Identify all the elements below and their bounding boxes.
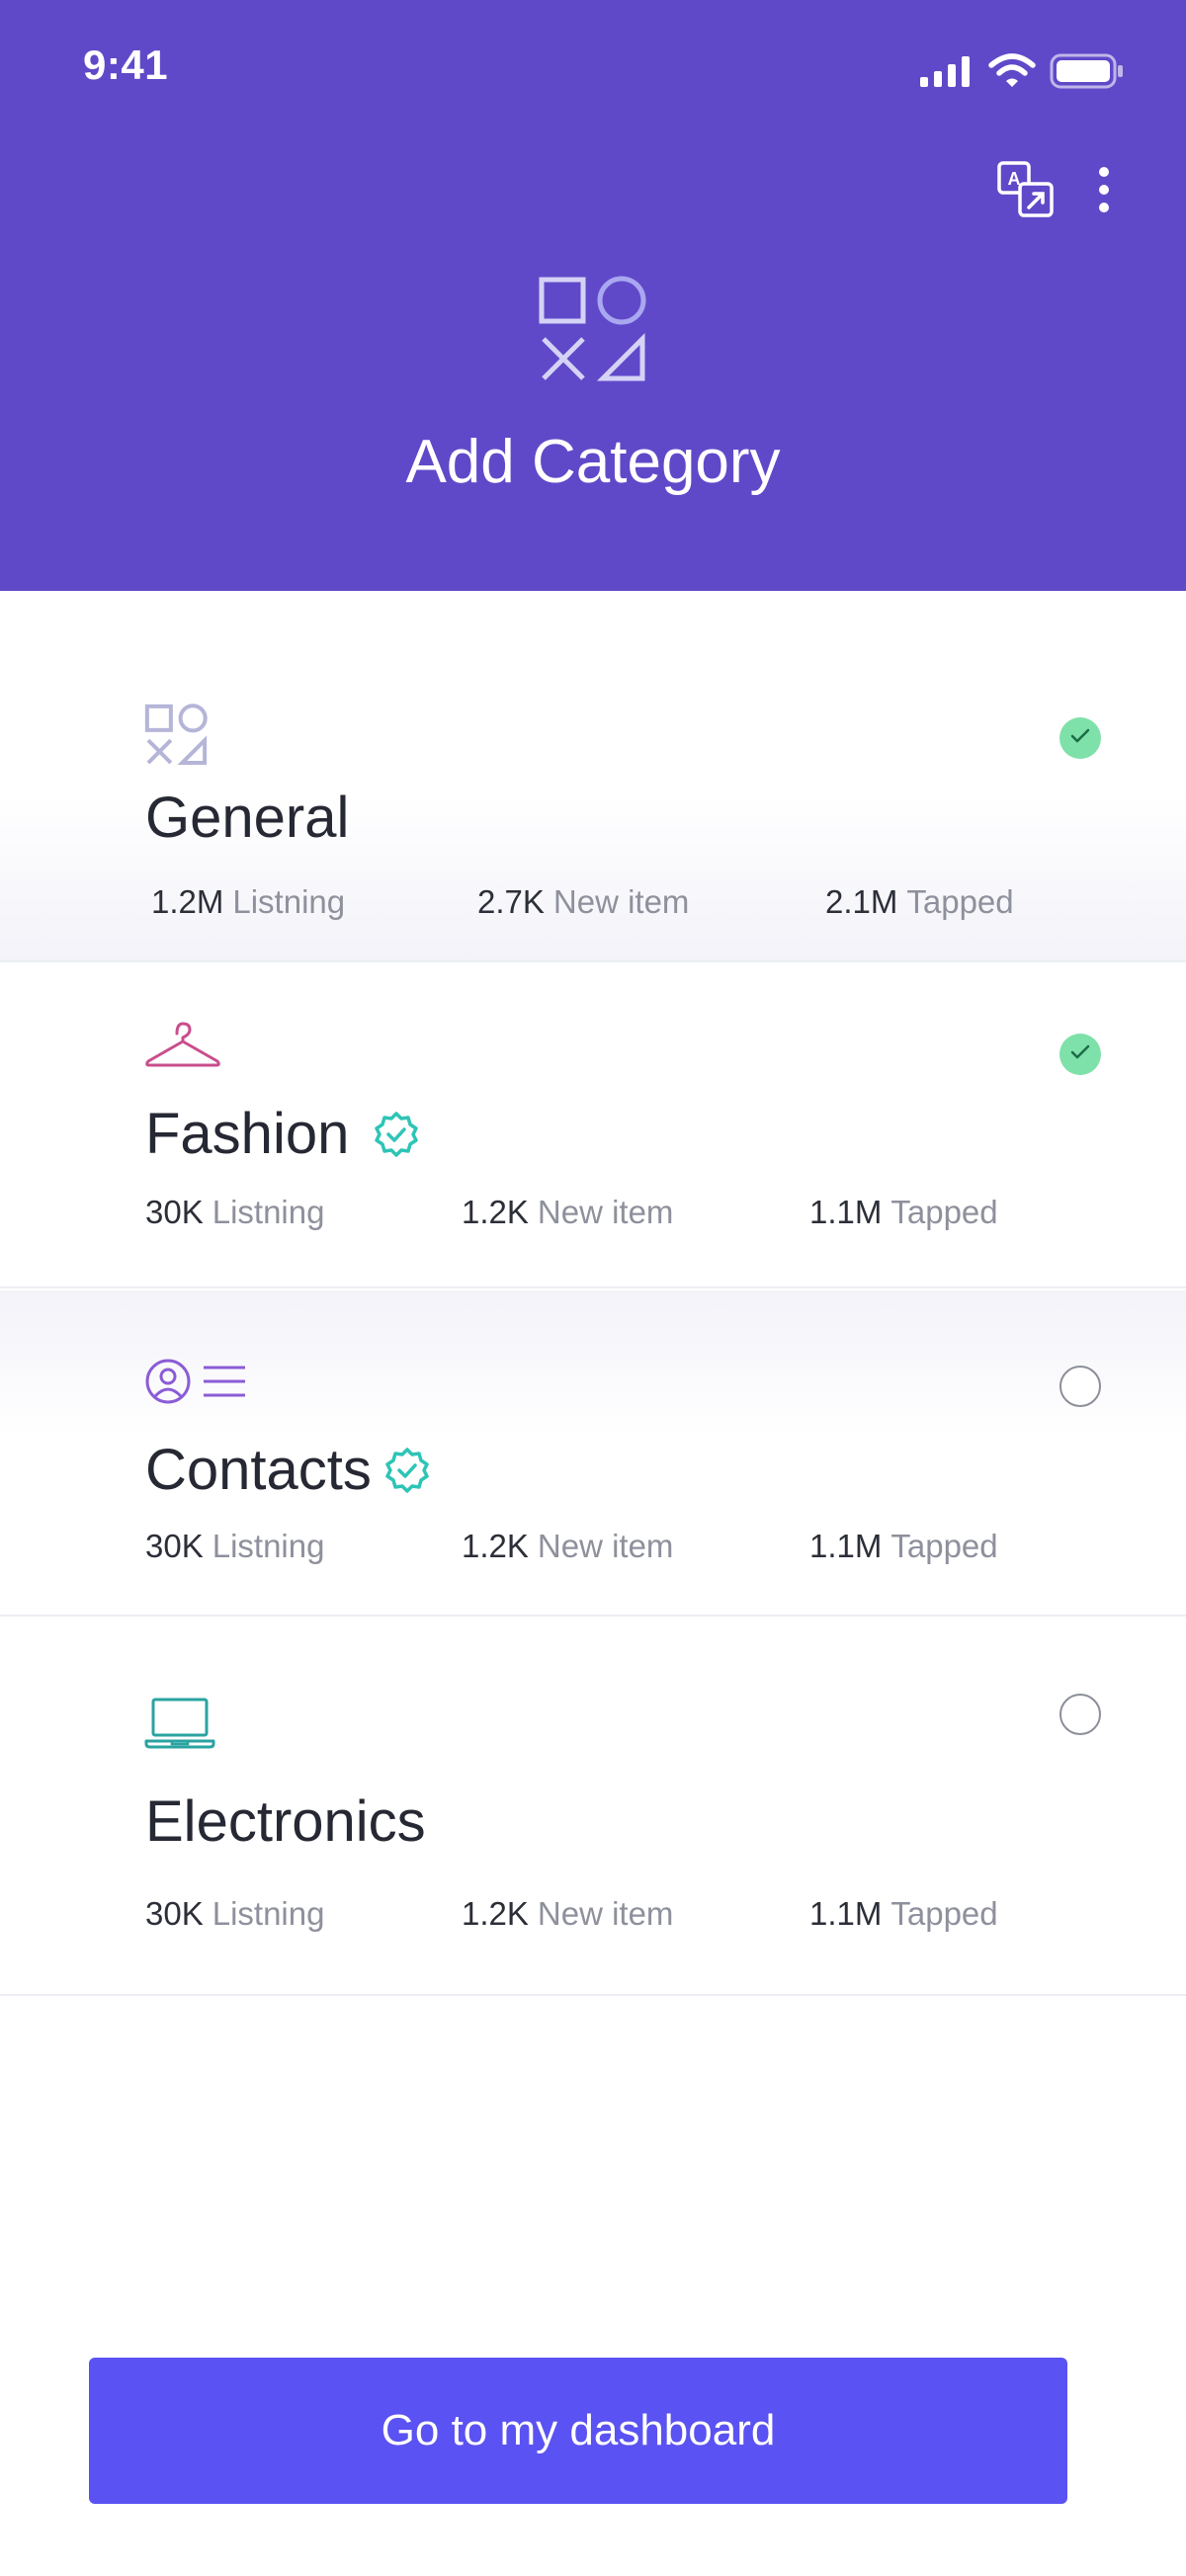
stat-new-item: 1.2K New item: [462, 1528, 809, 1565]
stat-tapped: 1.1M Tapped: [809, 1528, 998, 1565]
stat-label: Listning: [212, 1528, 325, 1564]
category-stats: 30K Listning 1.2K New item 1.1M Tapped: [145, 1194, 998, 1231]
checkmark-icon: [1070, 728, 1090, 749]
stat-value: 2.7K: [477, 883, 545, 920]
stat-label: Tapped: [906, 883, 1014, 920]
stat-value: 1.2K: [462, 1895, 529, 1932]
stat-listing: 30K Listning: [145, 1528, 462, 1565]
stat-listing: 1.2M Listning: [151, 883, 477, 921]
unselected-check[interactable]: [1059, 1694, 1101, 1735]
stat-value: 1.1M: [809, 1194, 883, 1230]
stat-value: 1.2K: [462, 1528, 529, 1564]
stat-new-item: 2.7K New item: [477, 883, 825, 921]
stat-label: New item: [537, 1528, 674, 1564]
stat-value: 30K: [145, 1194, 204, 1230]
stat-label: New item: [552, 883, 690, 920]
stat-tapped: 1.1M Tapped: [809, 1194, 998, 1231]
stat-label: Tapped: [890, 1895, 998, 1932]
wifi-icon: [988, 52, 1036, 94]
verified-badge-icon: [383, 1447, 431, 1494]
hanger-icon: [144, 1020, 221, 1074]
unselected-check[interactable]: [1059, 1366, 1101, 1407]
category-title: General: [145, 785, 349, 851]
laptop-icon: [144, 1696, 215, 1756]
stat-new-item: 1.2K New item: [462, 1895, 809, 1933]
svg-text:A: A: [1008, 169, 1021, 189]
stat-new-item: 1.2K New item: [462, 1194, 809, 1231]
translate-icon[interactable]: A: [996, 160, 1056, 219]
stat-tapped: 2.1M Tapped: [825, 883, 1014, 921]
category-name: Electronics: [145, 1789, 426, 1854]
checkmark-icon: [1070, 1044, 1090, 1065]
status-icons: [919, 51, 1125, 95]
category-card-fashion[interactable]: Fashion 30K Listning 1.2K New item 1.1M …: [0, 964, 1186, 1288]
stat-value: 1.2M: [151, 883, 224, 920]
shapes-icon: [144, 704, 208, 772]
category-name: Contacts: [145, 1438, 372, 1502]
category-card-contacts[interactable]: Contacts 30K Listning 1.2K New item 1.1M…: [0, 1290, 1186, 1617]
stat-value: 1.1M: [809, 1528, 883, 1564]
signal-icon: [919, 54, 974, 93]
stat-label: Listning: [212, 1895, 325, 1932]
verified-badge-icon: [373, 1111, 420, 1158]
stat-listing: 30K Listning: [145, 1895, 462, 1933]
battery-icon: [1050, 53, 1125, 94]
category-stats: 30K Listning 1.2K New item 1.1M Tapped: [145, 1895, 998, 1933]
selected-check[interactable]: [1059, 717, 1101, 759]
stat-value: 30K: [145, 1528, 204, 1564]
more-vertical-icon[interactable]: [1097, 166, 1111, 213]
page-title: Add Category: [405, 428, 781, 496]
stat-value: 30K: [145, 1895, 204, 1932]
category-title: Electronics: [145, 1788, 426, 1855]
stat-label: New item: [537, 1895, 674, 1932]
stat-value: 2.1M: [825, 883, 898, 920]
stat-value: 1.1M: [809, 1895, 883, 1932]
status-time: 9:41: [83, 42, 169, 88]
category-card-electronics[interactable]: Electronics 30K Listning 1.2K New item 1…: [0, 1617, 1186, 1996]
shapes-icon: [537, 275, 647, 385]
category-stats: 1.2M Listning 2.7K New item 2.1M Tapped: [151, 883, 1014, 921]
stat-label: Tapped: [890, 1194, 998, 1230]
category-name: Fashion: [145, 1102, 350, 1166]
contacts-icon: [144, 1358, 247, 1410]
stat-label: Listning: [212, 1194, 325, 1230]
category-title: Contacts: [145, 1437, 431, 1503]
header-actions: A: [996, 160, 1111, 219]
stat-value: 1.2K: [462, 1194, 529, 1230]
category-stats: 30K Listning 1.2K New item 1.1M Tapped: [145, 1528, 998, 1565]
selected-check[interactable]: [1059, 1034, 1101, 1075]
stat-label: Tapped: [890, 1528, 998, 1564]
go-to-dashboard-button[interactable]: Go to my dashboard: [89, 2358, 1067, 2504]
stat-label: New item: [537, 1194, 674, 1230]
stat-tapped: 1.1M Tapped: [809, 1895, 998, 1933]
stat-label: Listning: [232, 883, 346, 920]
header: 9:41 A Add Category: [0, 0, 1186, 591]
category-name: General: [145, 786, 350, 850]
stat-listing: 30K Listning: [145, 1194, 462, 1231]
category-card-general[interactable]: General 1.2M Listning 2.7K New item 2.1M…: [0, 591, 1186, 962]
category-title: Fashion: [145, 1101, 420, 1167]
